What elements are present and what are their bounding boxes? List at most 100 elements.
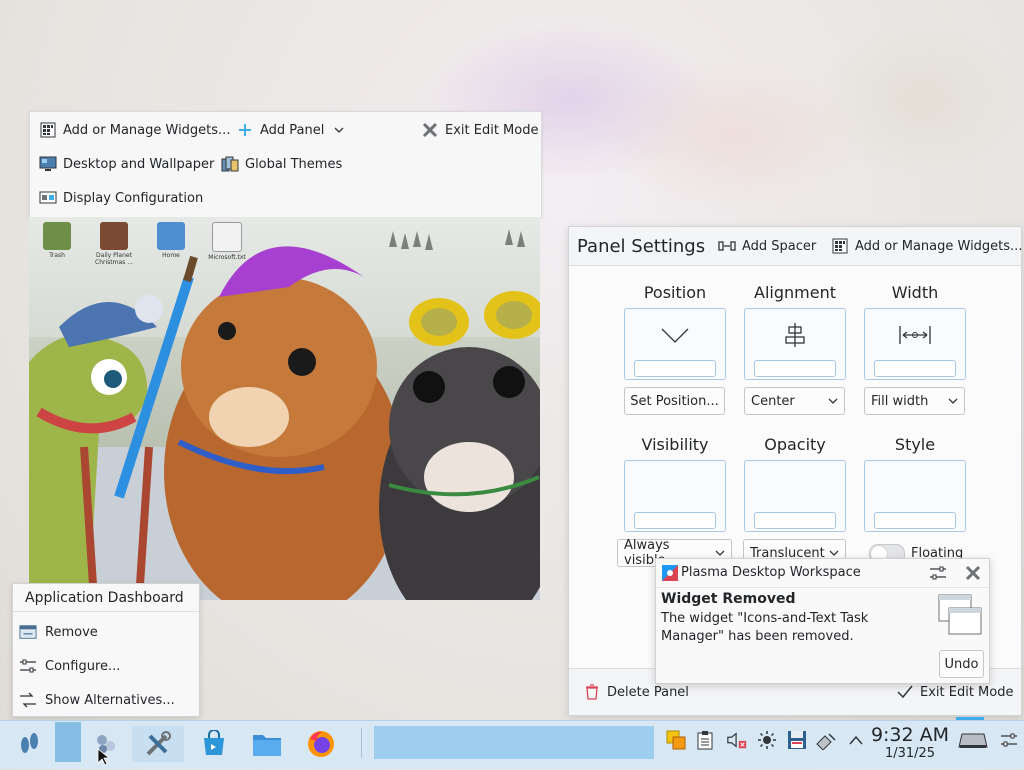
menu-item-label: Configure... (45, 658, 121, 674)
visibility-label: Visibility (641, 435, 709, 454)
alignment-preview[interactable] (744, 308, 846, 380)
menu-title: Application Dashboard (13, 584, 199, 612)
configure-icon[interactable] (929, 564, 947, 582)
desktop-wallpaper-label: Desktop and Wallpaper (63, 156, 215, 172)
alignment-label: Alignment (754, 283, 836, 302)
widgets-icon (39, 121, 57, 139)
panel-size-indicator (956, 717, 984, 720)
brightness-icon[interactable] (756, 729, 778, 751)
alignment-value: Center (751, 393, 795, 409)
edit-mode-toolbar: Add or Manage Widgets... Add Panel Exit … (29, 111, 542, 218)
task-firefox[interactable] (302, 726, 340, 762)
exit-edit-label: Exit Edit Mode (920, 684, 1014, 700)
notification-app-name: Plasma Desktop Workspace (681, 565, 861, 580)
kickoff-launcher[interactable] (10, 726, 48, 762)
add-spacer-button[interactable]: Add Spacer (718, 234, 816, 258)
spacer-icon (718, 237, 736, 255)
desktop-icon (39, 155, 57, 173)
panel-drag-handle[interactable] (55, 722, 81, 762)
plasma-icon (661, 564, 679, 582)
widgets-icon (831, 237, 849, 255)
footprint-icon (21, 733, 38, 753)
menu-item-configure[interactable]: Configure... (19, 653, 193, 679)
display-configuration-button[interactable]: Display Configuration (39, 186, 203, 210)
desktop-preview[interactable]: Trash Daily Planet Christmas ... Home Mi… (29, 217, 540, 600)
themes-icon (221, 155, 239, 173)
add-panel-button[interactable]: Add Panel (236, 118, 348, 142)
save-disk-icon[interactable] (786, 729, 808, 751)
visibility-preview[interactable] (624, 460, 726, 532)
delete-panel-label: Delete Panel (607, 684, 689, 700)
exit-edit-label: Exit Edit Mode (445, 122, 539, 138)
chevron-down-icon (828, 398, 838, 404)
chevron-down-icon (661, 328, 689, 343)
opacity-preview[interactable] (744, 460, 846, 532)
taskbar-separator (361, 728, 362, 758)
menu-item-show-alternatives[interactable]: Show Alternatives... (19, 687, 193, 713)
clock-time[interactable]: 9:32 AM (870, 724, 950, 746)
notification-body: The widget "Icons-and-Text Task Manager"… (661, 611, 869, 644)
plus-icon (236, 121, 254, 139)
menu-item-label: Show Alternatives... (45, 692, 175, 708)
windows-icon (938, 594, 982, 636)
alignment-combo[interactable]: Center (744, 387, 845, 415)
task-discover[interactable] (195, 726, 233, 762)
preview-bar (754, 360, 836, 377)
width-value: Fill width (871, 393, 929, 409)
configure-icon (19, 657, 37, 675)
preview-bar (874, 512, 956, 529)
style-preview[interactable] (864, 460, 966, 532)
panel-configure-icon[interactable] (998, 729, 1020, 751)
clipboard-icon[interactable] (694, 729, 716, 751)
checkmark-icon (896, 683, 914, 701)
menu-item-remove[interactable]: Remove (19, 619, 193, 645)
remove-icon (19, 623, 37, 641)
style-label: Style (894, 435, 936, 454)
display-icon (39, 189, 57, 207)
width-combo[interactable]: Fill width (864, 387, 965, 415)
add-spacer-label: Add Spacer (742, 238, 817, 254)
add-panel-label: Add Panel (260, 122, 325, 138)
close-icon[interactable] (964, 564, 982, 582)
chevron-down-icon (948, 398, 958, 404)
width-preview[interactable] (864, 308, 966, 380)
preview-bar (634, 360, 716, 377)
wallpaper-blob (820, 20, 1020, 180)
undo-button[interactable]: Undo (939, 650, 984, 678)
add-widgets-button[interactable]: Add or Manage Widgets... (831, 234, 1022, 258)
chevron-down-icon (829, 550, 839, 556)
preview-bar (874, 360, 956, 377)
notification-header: Plasma Desktop Workspace (656, 559, 989, 588)
add-widgets-label: Add or Manage Widgets... (63, 122, 231, 138)
mouse-cursor-icon (97, 748, 111, 770)
set-position-button[interactable]: Set Position... (624, 387, 725, 415)
panel-settings-header: Panel Settings Add Spacer Add or Manage … (569, 227, 1022, 266)
exit-edit-mode-button[interactable]: Exit Edit Mode (421, 118, 538, 142)
chevron-down-icon (715, 550, 725, 556)
network-disconnected-icon[interactable] (815, 729, 837, 751)
chevron-up-icon[interactable] (845, 729, 867, 751)
add-widgets-button[interactable]: Add or Manage Widgets... (39, 118, 230, 142)
volume-muted-icon[interactable] (726, 729, 748, 751)
trash-icon (583, 683, 601, 701)
clock-date[interactable]: 1/31/25 (870, 746, 950, 761)
task-system-settings[interactable] (132, 726, 184, 762)
discover-store-icon (204, 730, 224, 755)
preview-bar (634, 512, 716, 529)
close-x-icon (421, 121, 439, 139)
taskbar-empty-area (374, 726, 654, 759)
panel-settings-title: Panel Settings (577, 236, 706, 257)
global-themes-button[interactable]: Global Themes (221, 152, 342, 176)
global-themes-label: Global Themes (245, 156, 343, 172)
opacity-label: Opacity (764, 435, 826, 454)
show-desktop-icon[interactable] (958, 729, 988, 751)
position-preview[interactable] (624, 308, 726, 380)
task-dolphin[interactable] (248, 726, 286, 762)
position-label: Position (643, 283, 707, 302)
firefox-icon (308, 731, 334, 757)
tray-notes-icon[interactable] (665, 729, 687, 751)
chevron-down-icon (330, 121, 348, 139)
application-dashboard-menu: Application Dashboard Remove Configure..… (12, 583, 200, 717)
notification-popup: Plasma Desktop Workspace Widget Removed … (655, 558, 990, 684)
desktop-wallpaper-button[interactable]: Desktop and Wallpaper (39, 152, 214, 176)
